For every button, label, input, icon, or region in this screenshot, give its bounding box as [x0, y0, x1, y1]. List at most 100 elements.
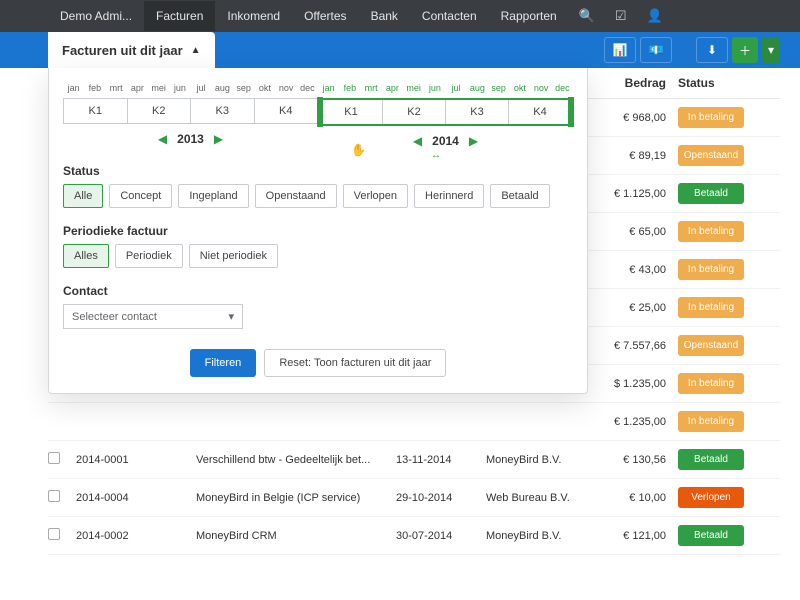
pill-alles[interactable]: Alles	[63, 244, 109, 268]
reset-button[interactable]: Reset: Toon facturen uit dit jaar	[264, 349, 446, 377]
table-row[interactable]: 2014-0002MoneyBird CRM30-07-2014MoneyBir…	[48, 517, 780, 555]
month-aug[interactable]: aug	[467, 80, 488, 96]
table-row[interactable]: € 1.235,00In betaling	[48, 403, 780, 441]
year-prev-right-icon[interactable]: ▶	[214, 132, 223, 146]
month-jan[interactable]: jan	[63, 80, 84, 96]
row-checkbox[interactable]	[48, 490, 60, 502]
filter-tab-label: Facturen uit dit jaar	[62, 43, 183, 58]
user-icon[interactable]: 👤	[637, 0, 673, 32]
filter-tab[interactable]: Facturen uit dit jaar ▲	[48, 32, 215, 68]
nav-demo[interactable]: Demo Admi...	[48, 1, 144, 31]
contact-select[interactable]: Selecteer contact ▾	[63, 304, 243, 329]
row-checkbox[interactable]	[48, 528, 60, 540]
month-mrt[interactable]: mrt	[361, 80, 382, 96]
status-badge: Verlopen	[678, 487, 744, 508]
month-jun[interactable]: jun	[169, 80, 190, 96]
pill-herinnerd[interactable]: Herinnerd	[414, 184, 484, 208]
download-icon[interactable]: ⬇	[696, 37, 728, 63]
month-jul[interactable]: jul	[191, 80, 212, 96]
quarter-K2[interactable]: K2	[383, 100, 446, 124]
pill-alle[interactable]: Alle	[63, 184, 103, 208]
month-aug[interactable]: aug	[212, 80, 233, 96]
check-icon[interactable]: ☑	[605, 0, 637, 32]
month-mei[interactable]: mei	[403, 80, 424, 96]
month-nov[interactable]: nov	[276, 80, 297, 96]
pill-niet-periodiek[interactable]: Niet periodiek	[189, 244, 278, 268]
money-icon[interactable]: 💶	[640, 37, 672, 63]
nav-inkomend[interactable]: Inkomend	[215, 1, 292, 31]
cell-desc: MoneyBird CRM	[196, 530, 396, 542]
pill-periodiek[interactable]: Periodiek	[115, 244, 183, 268]
cell-number: 2014-0001	[76, 454, 196, 466]
cell-amount: $ 1.235,00	[586, 378, 666, 390]
status-badge: In betaling	[678, 297, 744, 318]
pill-ingepland[interactable]: Ingepland	[178, 184, 248, 208]
nav-contacten[interactable]: Contacten	[410, 1, 489, 31]
status-badge: In betaling	[678, 373, 744, 394]
cell-number: 2014-0004	[76, 492, 196, 504]
quarter-K4[interactable]: K4	[255, 99, 318, 123]
table-row[interactable]: 2014-0001Verschillend btw - Gedeeltelijk…	[48, 441, 780, 479]
year-cur-left-icon[interactable]: ◀	[413, 134, 422, 148]
quarter-K2[interactable]: K2	[128, 99, 192, 123]
cell-date: 13-11-2014	[396, 454, 486, 466]
nav-offertes[interactable]: Offertes	[292, 1, 358, 31]
cell-amount: € 968,00	[586, 112, 666, 124]
month-jun[interactable]: jun	[424, 80, 445, 96]
cell-amount: € 43,00	[586, 264, 666, 276]
cell-desc: Verschillend btw - Gedeeltelijk bet...	[196, 454, 396, 466]
year-cur-right-icon[interactable]: ▶	[469, 134, 478, 148]
quarter-K3[interactable]: K3	[446, 100, 509, 124]
year-cur-label: 2014	[432, 134, 459, 148]
add-dropdown[interactable]: ▾	[762, 37, 780, 63]
status-badge: Openstaand	[678, 145, 744, 166]
pill-verlopen[interactable]: Verlopen	[343, 184, 408, 208]
month-feb[interactable]: feb	[339, 80, 360, 96]
cell-number: 2014-0002	[76, 530, 196, 542]
month-feb[interactable]: feb	[84, 80, 105, 96]
nav-bank[interactable]: Bank	[359, 1, 410, 31]
filter-button[interactable]: Filteren	[190, 349, 257, 377]
cell-customer: MoneyBird B.V.	[486, 530, 586, 542]
periodic-label: Periodieke factuur	[63, 224, 573, 238]
cell-customer: Web Bureau B.V.	[486, 492, 586, 504]
month-okt[interactable]: okt	[254, 80, 275, 96]
pill-betaald[interactable]: Betaald	[490, 184, 549, 208]
cell-amount: € 7.557,66	[586, 340, 666, 352]
quarter-K4[interactable]: K4	[509, 100, 571, 124]
status-label: Status	[63, 164, 573, 178]
month-sep[interactable]: sep	[233, 80, 254, 96]
month-okt[interactable]: okt	[509, 80, 530, 96]
row-checkbox[interactable]	[48, 452, 60, 464]
year-block-current[interactable]: janfebmrtaprmeijunjulaugsepoktnovdec K1K…	[318, 80, 573, 148]
status-badge: In betaling	[678, 259, 744, 280]
month-jul[interactable]: jul	[446, 80, 467, 96]
search-icon[interactable]: 🔍	[569, 0, 605, 32]
nav-rapporten[interactable]: Rapporten	[489, 1, 569, 31]
status-badge: Betaald	[678, 449, 744, 470]
quarter-K3[interactable]: K3	[191, 99, 255, 123]
cell-amount: € 1.235,00	[586, 416, 666, 428]
status-badge: Openstaand	[678, 335, 744, 356]
month-nov[interactable]: nov	[531, 80, 552, 96]
year-prev-left-icon[interactable]: ◀	[158, 132, 167, 146]
pill-concept[interactable]: Concept	[109, 184, 172, 208]
status-badge: Betaald	[678, 525, 744, 546]
table-row[interactable]: 2014-0004MoneyBird in Belgie (ICP servic…	[48, 479, 780, 517]
month-dec[interactable]: dec	[552, 80, 573, 96]
month-dec[interactable]: dec	[297, 80, 318, 96]
month-jan[interactable]: jan	[318, 80, 339, 96]
pill-openstaand[interactable]: Openstaand	[255, 184, 337, 208]
chart-icon[interactable]: 📊	[604, 37, 636, 63]
year-prev-label: 2013	[177, 132, 204, 146]
month-sep[interactable]: sep	[488, 80, 509, 96]
quarter-K1[interactable]: K1	[320, 100, 383, 124]
quarter-K1[interactable]: K1	[64, 99, 128, 123]
month-mei[interactable]: mei	[148, 80, 169, 96]
add-button[interactable]: ＋	[732, 37, 758, 63]
month-mrt[interactable]: mrt	[106, 80, 127, 96]
month-apr[interactable]: apr	[127, 80, 148, 96]
cell-amount: € 89,19	[586, 150, 666, 162]
nav-facturen[interactable]: Facturen	[144, 1, 215, 31]
month-apr[interactable]: apr	[382, 80, 403, 96]
